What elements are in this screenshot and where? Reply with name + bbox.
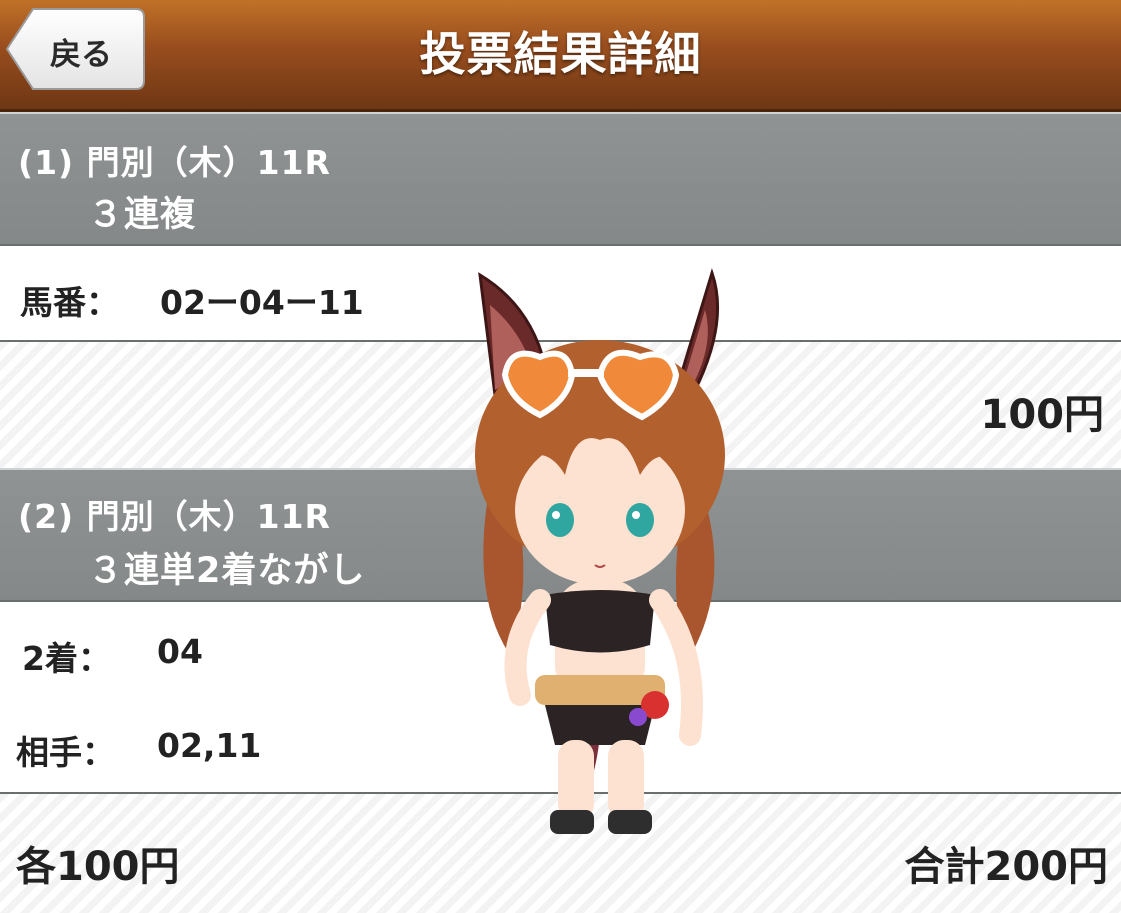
- second-place-label: 2着：: [22, 639, 111, 678]
- chibi-character: [450, 265, 750, 845]
- second-place-value: 04: [157, 632, 203, 671]
- total-amount: 合計200円: [904, 844, 1109, 890]
- page-title: 投票結果詳細: [419, 27, 702, 81]
- bet-1-kind: ３連複: [88, 195, 197, 235]
- bet-1-header: (1) 門別（木）11R ３連複: [0, 112, 1121, 246]
- horse-number-value: 02ー04ー11: [160, 283, 364, 322]
- header-bar: 戻る 投票結果詳細: [0, 0, 1121, 112]
- partner-value: 02,11: [157, 726, 262, 765]
- horse-number-label: 馬番：: [20, 283, 119, 322]
- partner-label: 相手：: [16, 733, 115, 772]
- bet-1-amount: 100円: [980, 392, 1105, 438]
- bet-1-race: (1) 門別（木）11R: [18, 143, 331, 182]
- bet-2-race: (2) 門別（木）11R: [18, 497, 331, 536]
- bet-2-kind: ３連単2着ながし: [88, 551, 366, 591]
- each-amount: 各100円: [16, 844, 180, 890]
